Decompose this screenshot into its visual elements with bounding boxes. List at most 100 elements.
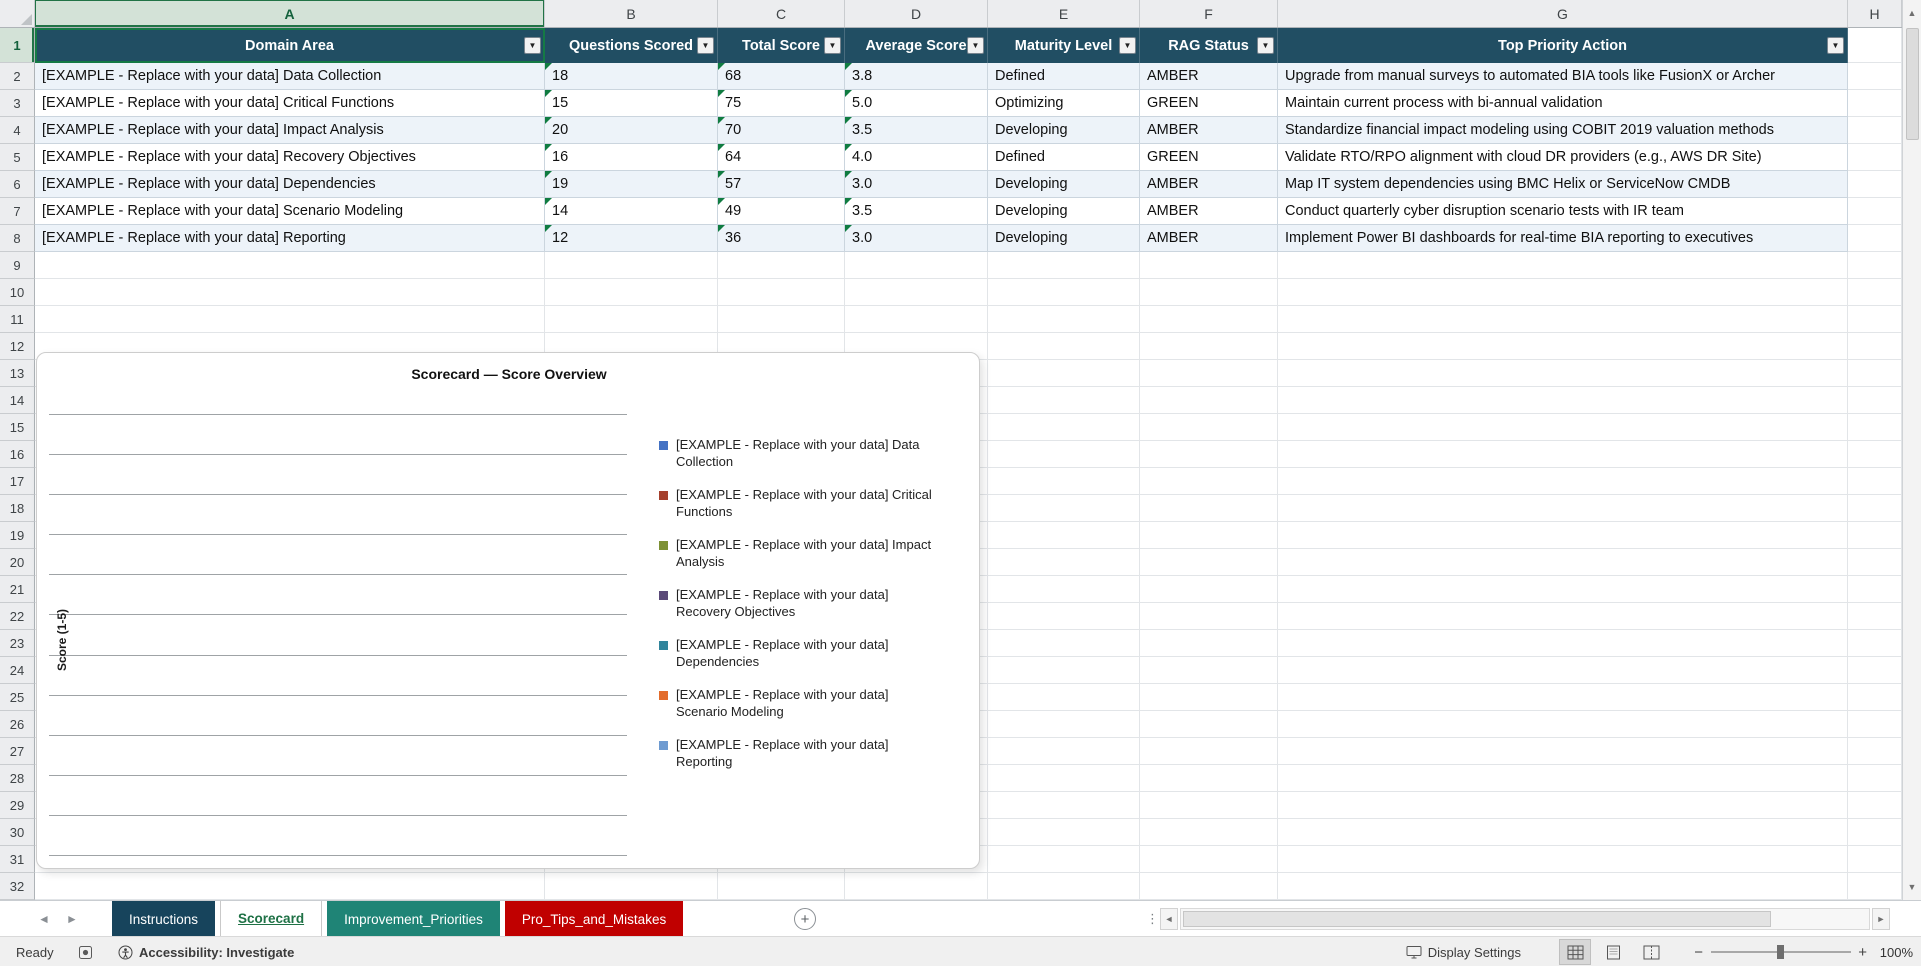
column-header-G[interactable]: G — [1278, 0, 1848, 27]
cell-B32[interactable] — [545, 873, 718, 900]
cell-H10[interactable] — [1848, 279, 1902, 306]
cell-F7[interactable]: AMBER — [1140, 198, 1278, 225]
tab-strip-resize-handle[interactable]: ⋮ — [1146, 901, 1159, 937]
cell-G32[interactable] — [1278, 873, 1848, 900]
display-settings-button[interactable]: Display Settings — [1406, 937, 1521, 966]
cell-C3[interactable]: 75 — [718, 90, 845, 117]
cell-B9[interactable] — [545, 252, 718, 279]
cell-F21[interactable] — [1140, 576, 1278, 603]
cell-H28[interactable] — [1848, 765, 1902, 792]
cell-C32[interactable] — [718, 873, 845, 900]
cell-G24[interactable] — [1278, 657, 1848, 684]
cell-E14[interactable] — [988, 387, 1140, 414]
zoom-slider[interactable] — [1711, 945, 1851, 959]
cell-G30[interactable] — [1278, 819, 1848, 846]
cell-E27[interactable] — [988, 738, 1140, 765]
cell-E5[interactable]: Defined — [988, 144, 1140, 171]
cell-A32[interactable] — [35, 873, 545, 900]
cell-E31[interactable] — [988, 846, 1140, 873]
cell-B3[interactable]: 15 — [545, 90, 718, 117]
row-header-14[interactable]: 14 — [0, 387, 35, 414]
row-header-22[interactable]: 22 — [0, 603, 35, 630]
filter-button-B1[interactable]: ▼ — [697, 37, 714, 54]
filter-button-F1[interactable]: ▼ — [1257, 37, 1274, 54]
accessibility-status[interactable]: Accessibility: Investigate — [118, 937, 294, 966]
column-header-C[interactable]: C — [718, 0, 845, 27]
cell-G23[interactable] — [1278, 630, 1848, 657]
cell-D10[interactable] — [845, 279, 988, 306]
cell-D9[interactable] — [845, 252, 988, 279]
cell-F31[interactable] — [1140, 846, 1278, 873]
cell-B8[interactable]: 12 — [545, 225, 718, 252]
cell-G14[interactable] — [1278, 387, 1848, 414]
row-header-18[interactable]: 18 — [0, 495, 35, 522]
cell-D3[interactable]: 5.0 — [845, 90, 988, 117]
filter-button-C1[interactable]: ▼ — [824, 37, 841, 54]
cell-H20[interactable] — [1848, 549, 1902, 576]
cell-H7[interactable] — [1848, 198, 1902, 225]
cell-E4[interactable]: Developing — [988, 117, 1140, 144]
cell-H23[interactable] — [1848, 630, 1902, 657]
cell-G18[interactable] — [1278, 495, 1848, 522]
cell-F24[interactable] — [1140, 657, 1278, 684]
cell-F22[interactable] — [1140, 603, 1278, 630]
cell-F27[interactable] — [1140, 738, 1278, 765]
cell-G16[interactable] — [1278, 441, 1848, 468]
cell-F11[interactable] — [1140, 306, 1278, 333]
cell-G17[interactable] — [1278, 468, 1848, 495]
cell-E18[interactable] — [988, 495, 1140, 522]
cell-D8[interactable]: 3.0 — [845, 225, 988, 252]
legend-item[interactable]: [EXAMPLE - Replace with your data] Repor… — [659, 737, 934, 770]
row-header-17[interactable]: 17 — [0, 468, 35, 495]
column-header-D[interactable]: D — [845, 0, 988, 27]
cell-A3[interactable]: [EXAMPLE - Replace with your data] Criti… — [35, 90, 545, 117]
cell-C6[interactable]: 57 — [718, 171, 845, 198]
cell-G3[interactable]: Maintain current process with bi-annual … — [1278, 90, 1848, 117]
cell-D32[interactable] — [845, 873, 988, 900]
cell-D2[interactable]: 3.8 — [845, 63, 988, 90]
cell-A8[interactable]: [EXAMPLE - Replace with your data] Repor… — [35, 225, 545, 252]
cell-H32[interactable] — [1848, 873, 1902, 900]
cell-E26[interactable] — [988, 711, 1140, 738]
row-header-3[interactable]: 3 — [0, 90, 35, 117]
cell-G1[interactable]: Top Priority Action ▼ — [1278, 28, 1848, 63]
legend-item[interactable]: [EXAMPLE - Replace with your data] Recov… — [659, 587, 934, 620]
cell-E3[interactable]: Optimizing — [988, 90, 1140, 117]
row-header-2[interactable]: 2 — [0, 63, 35, 90]
cell-H9[interactable] — [1848, 252, 1902, 279]
cell-F12[interactable] — [1140, 333, 1278, 360]
cell-F16[interactable] — [1140, 441, 1278, 468]
horizontal-scrollbar[interactable] — [1180, 908, 1870, 930]
cell-B1[interactable]: Questions Scored ▼ — [545, 28, 718, 63]
cell-H16[interactable] — [1848, 441, 1902, 468]
cell-D7[interactable]: 3.5 — [845, 198, 988, 225]
cell-B2[interactable]: 18 — [545, 63, 718, 90]
cell-C4[interactable]: 70 — [718, 117, 845, 144]
sheet-tab-Pro_Tips_and_Mistakes[interactable]: Pro_Tips_and_Mistakes — [504, 901, 684, 937]
cell-H19[interactable] — [1848, 522, 1902, 549]
cell-D6[interactable]: 3.0 — [845, 171, 988, 198]
cell-F3[interactable]: GREEN — [1140, 90, 1278, 117]
cell-A11[interactable] — [35, 306, 545, 333]
scroll-up-icon[interactable]: ▲ — [1903, 2, 1921, 24]
cell-D5[interactable]: 4.0 — [845, 144, 988, 171]
row-header-24[interactable]: 24 — [0, 657, 35, 684]
cell-F1[interactable]: RAG Status ▼ — [1140, 28, 1278, 63]
view-page-break-icon[interactable] — [1635, 939, 1667, 965]
cell-E11[interactable] — [988, 306, 1140, 333]
cell-E25[interactable] — [988, 684, 1140, 711]
row-header-26[interactable]: 26 — [0, 711, 35, 738]
column-header-E[interactable]: E — [988, 0, 1140, 27]
cell-G11[interactable] — [1278, 306, 1848, 333]
sheet-nav-left-icon[interactable]: ◄ — [38, 901, 50, 937]
cell-C10[interactable] — [718, 279, 845, 306]
column-header-H[interactable]: H — [1848, 0, 1902, 27]
cell-G22[interactable] — [1278, 603, 1848, 630]
cell-E32[interactable] — [988, 873, 1140, 900]
cell-F14[interactable] — [1140, 387, 1278, 414]
cell-B7[interactable]: 14 — [545, 198, 718, 225]
cell-G28[interactable] — [1278, 765, 1848, 792]
cell-H12[interactable] — [1848, 333, 1902, 360]
cell-E8[interactable]: Developing — [988, 225, 1140, 252]
cell-F19[interactable] — [1140, 522, 1278, 549]
